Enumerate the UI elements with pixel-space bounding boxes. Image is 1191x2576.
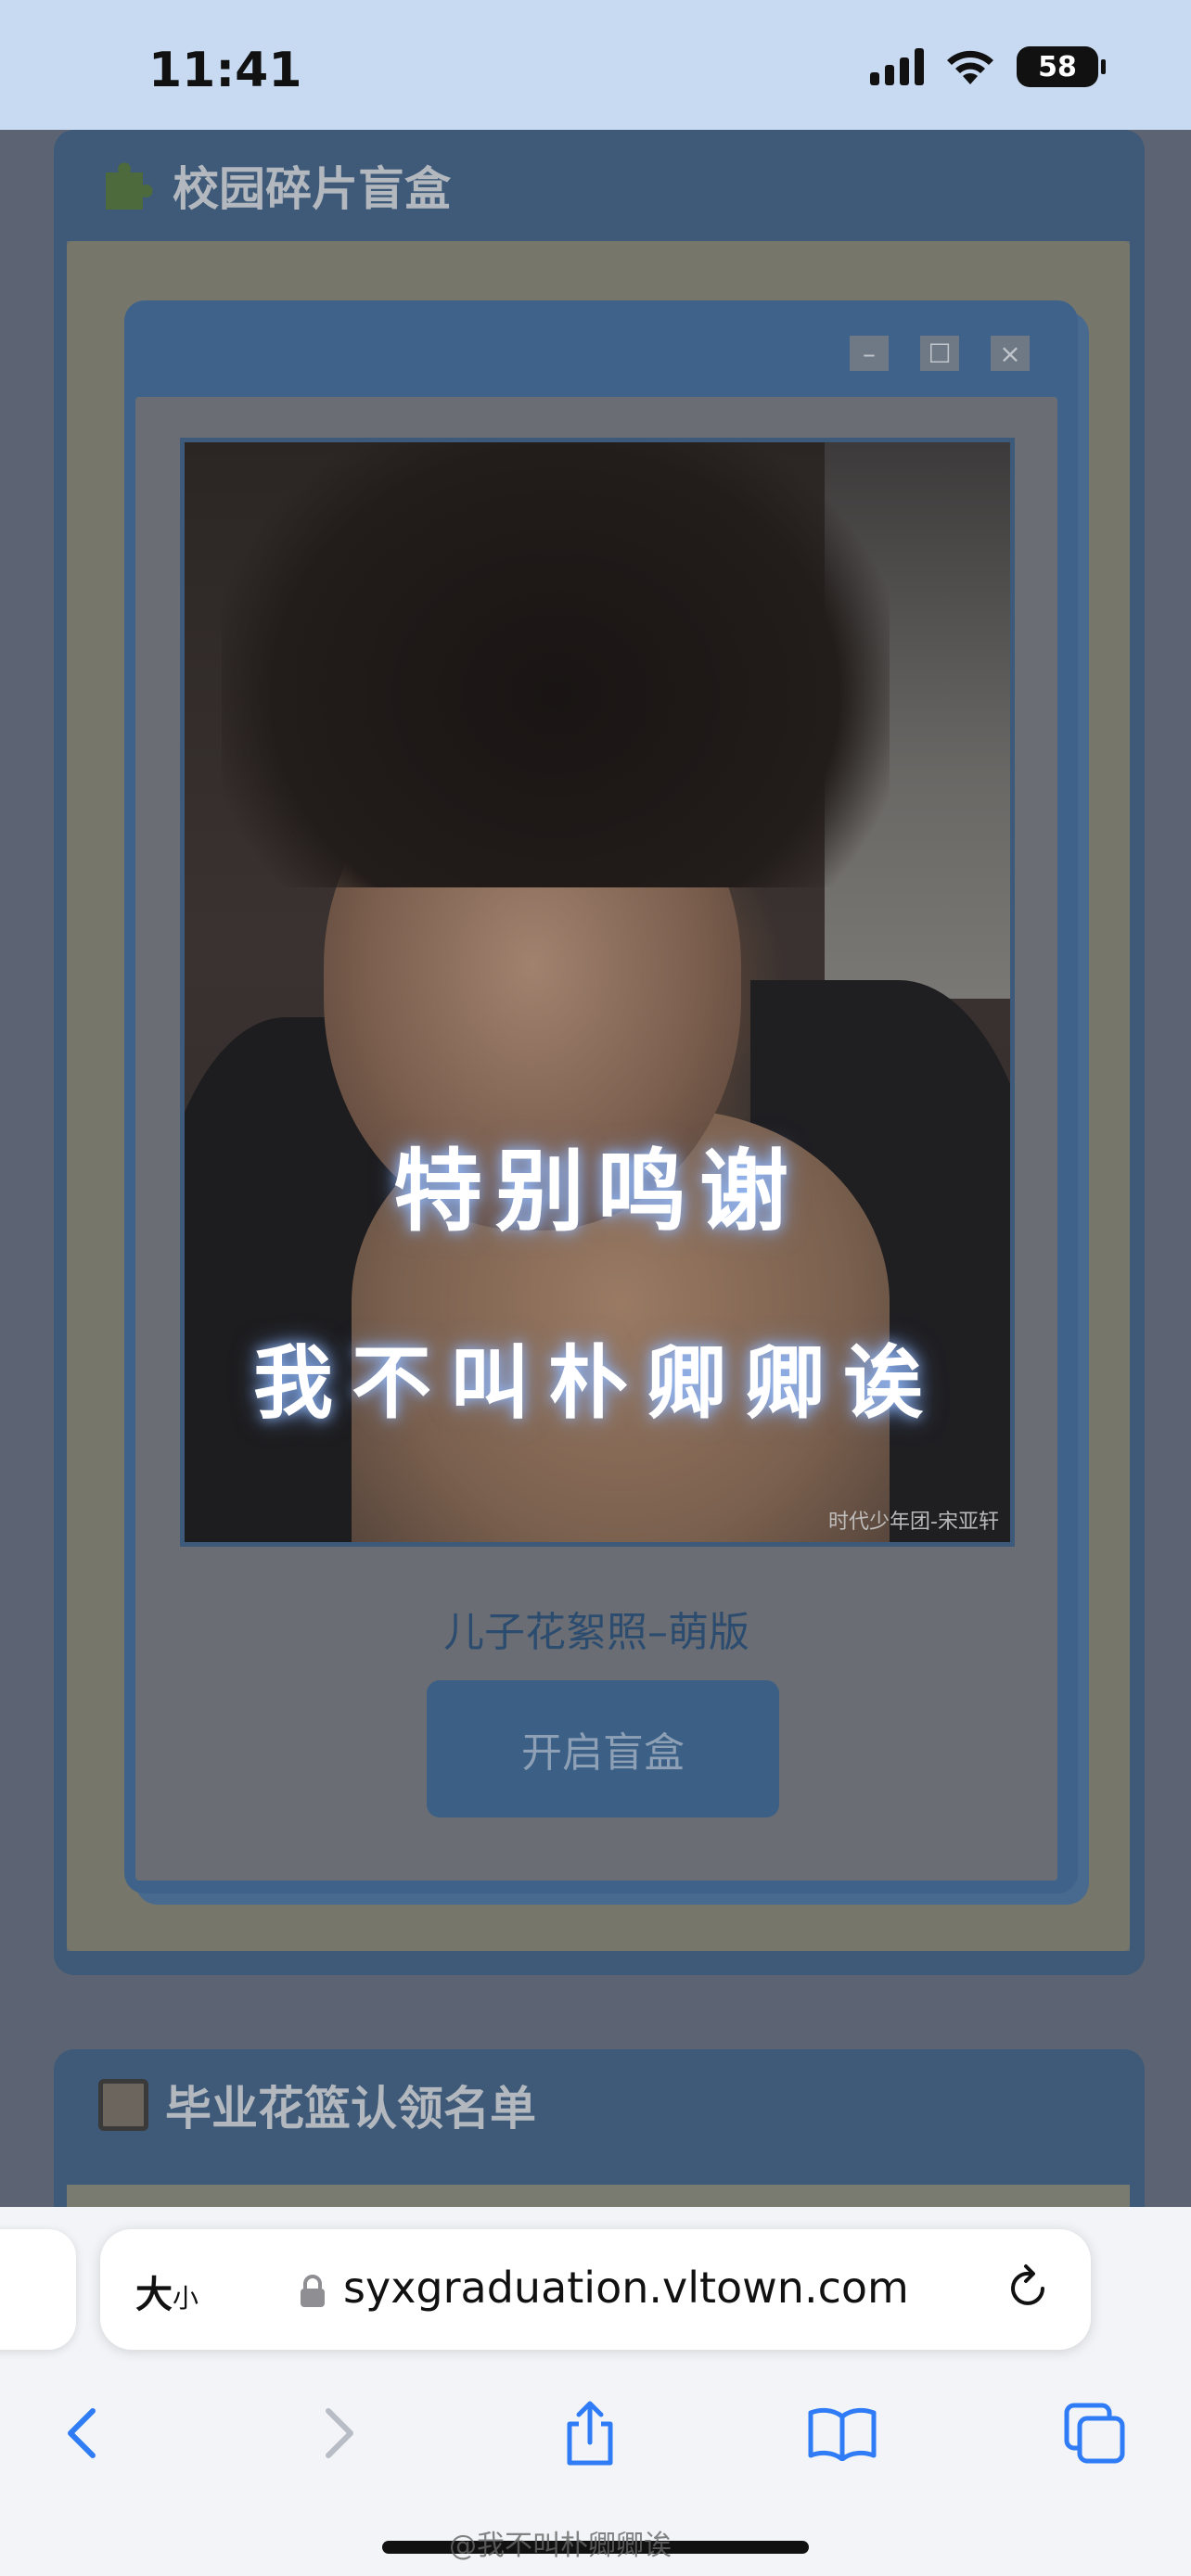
content-panel	[67, 2185, 1130, 2207]
reload-icon[interactable]	[1002, 2263, 1054, 2315]
back-button[interactable]	[45, 2396, 119, 2470]
list-icon	[98, 2079, 148, 2131]
section-title: 毕业花篮认领名单	[98, 2072, 536, 2138]
status-icons: 58	[870, 46, 1106, 87]
window-controls: – ☐ ×	[850, 336, 1030, 371]
flower-basket-section: 毕业花篮认领名单	[54, 2049, 1145, 2207]
forward-icon	[326, 2408, 353, 2458]
thanks-name: 我不叫朴卿卿诶	[253, 1337, 941, 1430]
previous-tab-edge[interactable]	[0, 2229, 76, 2350]
status-bar: 11:41 58	[0, 0, 1191, 130]
bookmarks-icon	[808, 2407, 877, 2461]
web-page: 校园碎片盲盒 – ☐ × 特别鸣谢 我不叫朴卿卿诶 时代少年团-宋亚轩 儿子花絮…	[0, 130, 1191, 2207]
section-title-text: 校园碎片盲盒	[173, 162, 451, 216]
photo-watermark: 时代少年团-宋亚轩	[828, 1511, 999, 1534]
safari-bottom-bar: 大小 syxgraduation.vltown.com @我不叫朴卿卿诶	[0, 2207, 1191, 2576]
back-icon	[68, 2408, 96, 2458]
retro-window: – ☐ × 特别鸣谢 我不叫朴卿卿诶 时代少年团-宋亚轩 儿子花絮照–萌版 开启	[124, 300, 1078, 1894]
section-title-text: 毕业花篮认领名单	[165, 2082, 536, 2136]
status-time: 11:41	[148, 43, 302, 98]
photo-caption: 儿子花絮照–萌版	[443, 1609, 749, 1656]
blind-box-section: 校园碎片盲盒 – ☐ × 特别鸣谢 我不叫朴卿卿诶 时代少年团-宋亚轩 儿子花絮…	[54, 130, 1145, 1975]
browser-toolbar	[0, 2378, 1191, 2507]
window-body: 特别鸣谢 我不叫朴卿卿诶 时代少年团-宋亚轩 儿子花絮照–萌版 开启盲盒	[135, 397, 1057, 1881]
address-bar[interactable]: 大小 syxgraduation.vltown.com	[100, 2229, 1091, 2350]
thanks-heading: 特别鸣谢	[393, 1140, 801, 1243]
section-title: 校园碎片盲盒	[98, 152, 451, 219]
battery-indicator: 58	[1017, 46, 1106, 87]
share-icon	[567, 2401, 613, 2466]
wifi-icon	[947, 50, 993, 84]
close-button[interactable]: ×	[991, 336, 1030, 371]
blind-box-photo: 特别鸣谢 我不叫朴卿卿诶 时代少年团-宋亚轩	[180, 438, 1015, 1547]
tabs-icon	[1064, 2403, 1125, 2464]
tabs-button[interactable]	[1057, 2396, 1132, 2470]
forward-button[interactable]	[302, 2396, 377, 2470]
minimize-button[interactable]: –	[850, 336, 889, 371]
url-text[interactable]: syxgraduation.vltown.com	[343, 2263, 909, 2313]
open-blind-box-button[interactable]: 开启盲盒	[427, 1680, 779, 1817]
text-size-button[interactable]: 大小	[135, 2264, 198, 2318]
lock-icon	[301, 2275, 325, 2307]
bookmarks-button[interactable]	[805, 2396, 879, 2470]
signal-icon	[870, 48, 924, 85]
puzzle-icon	[106, 162, 153, 210]
weibo-watermark: @我不叫朴卿卿诶	[449, 2530, 672, 2562]
maximize-button[interactable]: ☐	[920, 336, 959, 371]
share-button[interactable]	[553, 2396, 627, 2470]
